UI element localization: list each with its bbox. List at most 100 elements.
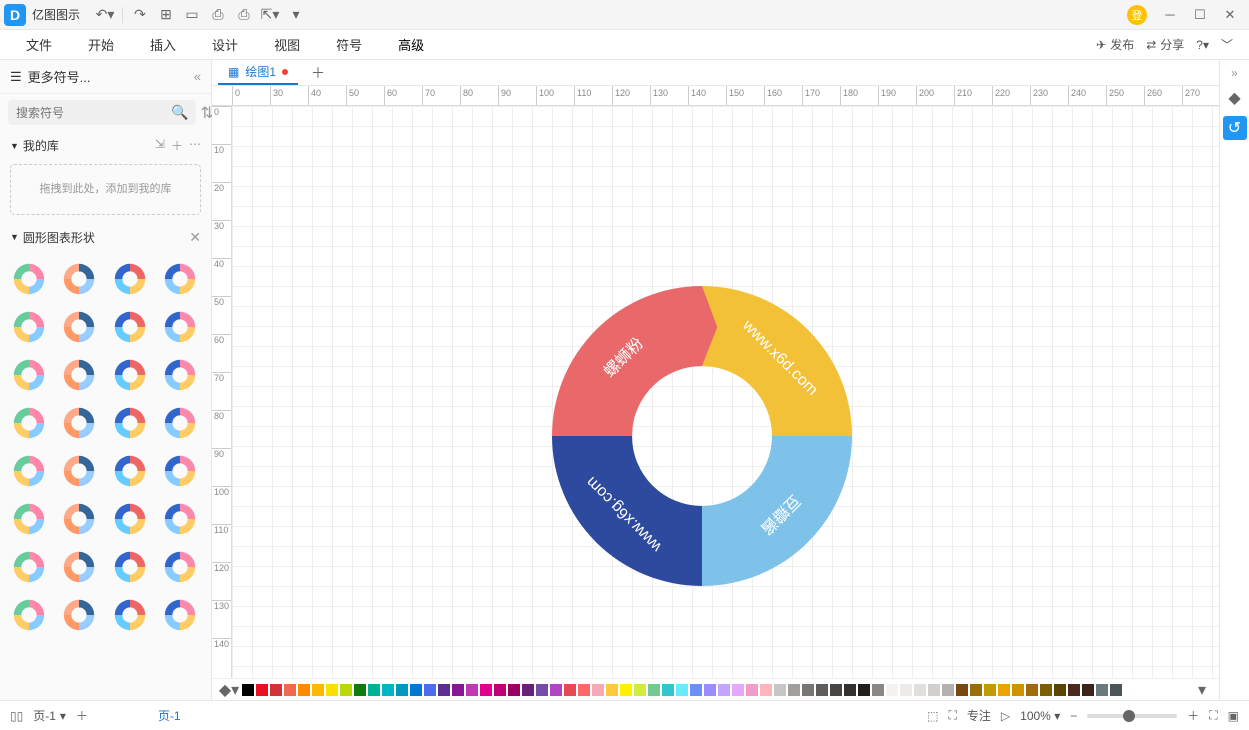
add-icon[interactable]: ＋ <box>171 137 183 154</box>
user-avatar[interactable]: 登 <box>1127 5 1147 25</box>
import-icon[interactable]: ⇲ <box>155 137 165 154</box>
color-swatch[interactable] <box>256 684 268 696</box>
color-swatch[interactable] <box>788 684 800 696</box>
color-swatch[interactable] <box>1082 684 1094 696</box>
zoom-in-button[interactable]: ＋ <box>1187 707 1199 724</box>
layers-icon[interactable]: ⬚ <box>927 709 938 723</box>
color-swatch[interactable] <box>494 684 506 696</box>
shape-thumbnail[interactable] <box>8 450 50 492</box>
more-colors-button[interactable]: ▾ <box>1191 680 1213 700</box>
shape-thumbnail[interactable] <box>159 546 201 588</box>
color-swatch[interactable] <box>1012 684 1024 696</box>
color-swatch[interactable] <box>830 684 842 696</box>
mylib-header[interactable]: ▼ 我的库 ⇲ ＋ ⋯ <box>0 131 211 160</box>
pages-icon[interactable]: ▯▯ <box>10 709 23 723</box>
color-swatch[interactable] <box>354 684 366 696</box>
shape-thumbnail[interactable] <box>58 258 100 300</box>
shape-thumbnail[interactable] <box>58 450 100 492</box>
color-swatch[interactable] <box>648 684 660 696</box>
close-button[interactable]: ✕ <box>1215 2 1245 28</box>
shape-thumbnail[interactable] <box>58 546 100 588</box>
color-swatch[interactable] <box>1026 684 1038 696</box>
color-swatch[interactable] <box>970 684 982 696</box>
shape-thumbnail[interactable] <box>8 258 50 300</box>
history-button[interactable]: ↺ <box>1223 116 1247 140</box>
color-swatch[interactable] <box>704 684 716 696</box>
color-swatch[interactable] <box>536 684 548 696</box>
segment-0[interactable] <box>702 286 852 451</box>
color-swatch[interactable] <box>508 684 520 696</box>
shape-thumbnail[interactable] <box>109 258 151 300</box>
sidebar-title[interactable]: 更多符号... <box>28 67 91 86</box>
shape-thumbnail[interactable] <box>58 498 100 540</box>
more-icon[interactable]: ⋯ <box>189 137 201 154</box>
color-swatch[interactable] <box>564 684 576 696</box>
shape-thumbnail[interactable] <box>8 402 50 444</box>
add-page-button[interactable]: ＋ <box>76 707 88 724</box>
color-swatch[interactable] <box>466 684 478 696</box>
shape-thumbnail[interactable] <box>8 354 50 396</box>
expand-right-icon[interactable]: » <box>1231 66 1238 80</box>
segment-1[interactable] <box>687 436 852 586</box>
color-swatch[interactable] <box>914 684 926 696</box>
print-button[interactable]: ⎙ <box>231 2 257 28</box>
color-swatch[interactable] <box>872 684 884 696</box>
color-swatch[interactable] <box>634 684 646 696</box>
more-button[interactable]: ▾ <box>283 2 309 28</box>
fit-page-icon[interactable]: ⛶ <box>1209 708 1217 723</box>
color-swatch[interactable] <box>746 684 758 696</box>
zoom-out-button[interactable]: − <box>1070 709 1077 723</box>
redo-button[interactable]: ↷ <box>127 2 153 28</box>
shape-thumbnail[interactable] <box>159 594 201 636</box>
zoom-slider[interactable] <box>1087 714 1177 718</box>
color-swatch[interactable] <box>690 684 702 696</box>
shape-thumbnail[interactable] <box>58 306 100 348</box>
shape-thumbnail[interactable] <box>8 306 50 348</box>
color-swatch[interactable] <box>326 684 338 696</box>
minimize-button[interactable]: ─ <box>1155 2 1185 28</box>
publish-button[interactable]: ✈发布 <box>1096 36 1134 53</box>
shape-thumbnail[interactable] <box>109 450 151 492</box>
color-swatch[interactable] <box>886 684 898 696</box>
color-swatch[interactable] <box>956 684 968 696</box>
color-swatch[interactable] <box>816 684 828 696</box>
color-swatch[interactable] <box>578 684 590 696</box>
shape-thumbnail[interactable] <box>109 546 151 588</box>
search-icon[interactable]: 🔍 <box>171 104 188 121</box>
color-swatch[interactable] <box>1096 684 1108 696</box>
shape-thumbnail[interactable] <box>109 354 151 396</box>
color-swatch[interactable] <box>424 684 436 696</box>
menu-设计[interactable]: 设计 <box>194 31 256 58</box>
color-swatch[interactable] <box>1054 684 1066 696</box>
close-section-icon[interactable]: ✕ <box>189 229 201 246</box>
new-button[interactable]: ⊞ <box>153 2 179 28</box>
color-swatch[interactable] <box>270 684 282 696</box>
color-swatch[interactable] <box>438 684 450 696</box>
format-button[interactable]: ◆ <box>1223 86 1247 110</box>
drop-zone[interactable]: 拖拽到此处，添加到我的库 <box>10 164 201 215</box>
color-swatch[interactable] <box>340 684 352 696</box>
help-button[interactable]: ?▾ <box>1196 38 1209 52</box>
color-swatch[interactable] <box>452 684 464 696</box>
shape-thumbnail[interactable] <box>109 498 151 540</box>
play-icon[interactable]: ▷ <box>1001 709 1010 723</box>
share-button[interactable]: ⇄分享 <box>1146 36 1184 53</box>
shape-thumbnail[interactable] <box>159 354 201 396</box>
shape-thumbnail[interactable] <box>109 594 151 636</box>
menu-视图[interactable]: 视图 <box>256 31 318 58</box>
page-selector[interactable]: 页-1 ▾ <box>33 707 66 724</box>
color-swatch[interactable] <box>284 684 296 696</box>
collapse-sidebar-icon[interactable]: « <box>194 69 201 84</box>
menu-插入[interactable]: 插入 <box>132 31 194 58</box>
color-swatch[interactable] <box>382 684 394 696</box>
shape-thumbnail[interactable] <box>159 450 201 492</box>
shape-thumbnail[interactable] <box>109 306 151 348</box>
undo-button[interactable]: ↶▾ <box>92 2 118 28</box>
fit-width-icon[interactable]: ▣ <box>1228 709 1239 723</box>
fill-color-button[interactable]: ◆▾ <box>218 680 240 700</box>
export-button[interactable]: ⇱▾ <box>257 2 283 28</box>
page-breadcrumb[interactable]: 页-1 <box>158 707 181 724</box>
shape-thumbnail[interactable] <box>8 594 50 636</box>
color-swatch[interactable] <box>676 684 688 696</box>
menu-文件[interactable]: 文件 <box>8 31 70 58</box>
